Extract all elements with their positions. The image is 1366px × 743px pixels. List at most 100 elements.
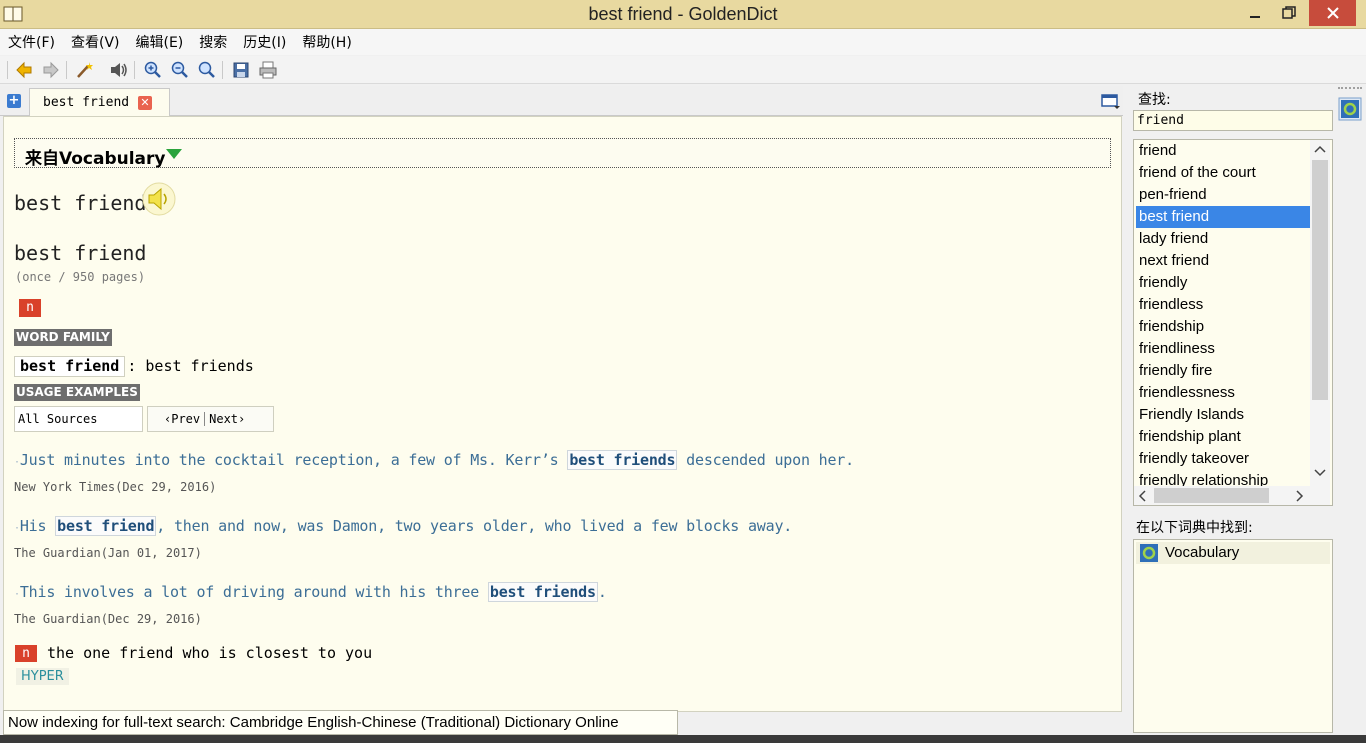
word-list-item[interactable]: lady friend [1136,228,1310,250]
menu-search[interactable]: 搜索 [199,32,227,52]
close-icon [1326,7,1339,19]
found-in-list: Vocabulary [1133,539,1333,733]
zoom-in-icon [144,61,161,78]
example-highlight: best friend [55,516,157,536]
prev-button[interactable]: ‹Prev [164,412,200,426]
part-of-speech-badge[interactable]: n [19,299,41,317]
dictionary-name: 来自Vocabulary [25,149,166,169]
collapse-arrow-icon[interactable] [166,149,182,159]
usage-example: ·This involves a lot of driving around w… [14,582,607,602]
menu-edit[interactable]: 编辑(E) [136,32,184,52]
chevron-left-icon[interactable] [1138,490,1146,502]
taskbar-strip [0,735,1366,743]
pronounce-button[interactable] [108,59,130,81]
headword-secondary: best friend [14,241,147,265]
article-view: 来自Vocabulary best friend best friend (on… [3,116,1122,712]
horizontal-scrollbar[interactable] [1134,486,1330,505]
word-list-item[interactable]: friendship plant [1136,426,1310,448]
restore-icon [1282,6,1296,19]
maximize-button[interactable] [1272,0,1306,26]
hyper-link[interactable]: HYPER [16,668,69,685]
found-dictionary-item[interactable]: Vocabulary [1136,542,1330,564]
scrollbar-thumb[interactable] [1154,488,1269,503]
menu-help[interactable]: 帮助(H) [302,32,351,52]
forward-icon [43,61,59,79]
save-button[interactable] [230,59,252,81]
new-tab-button[interactable]: + [7,94,21,108]
word-family-row: best friend : best friends [14,355,254,377]
magic-wand-icon [77,62,93,78]
word-list-item[interactable]: friendless [1136,294,1310,316]
headword: best friend [14,191,147,215]
plus-icon: + [8,93,20,108]
forward-button[interactable] [40,59,62,81]
search-label: 查找: [1138,92,1171,108]
window-title: best friend - GoldenDict [588,4,778,24]
example-source: The Guardian(Jan 01, 2017) [14,546,202,560]
word-list-item[interactable]: friend [1136,140,1310,162]
word-list-item[interactable]: friendly takeover [1136,448,1310,470]
frequency-text: (once / 950 pages) [15,270,146,284]
word-list-item[interactable]: best friend [1136,206,1310,228]
zoom-out-button[interactable] [169,59,191,81]
source-filter-select[interactable]: All Sources [14,406,143,432]
menu-view[interactable]: 查看(V) [71,32,120,52]
word-family-heading: WORD FAMILY [14,329,112,346]
toolbar-separator [134,61,135,79]
example-text: Just minutes into the cocktail reception… [19,451,568,469]
back-icon [16,61,32,79]
part-of-speech-badge[interactable]: n [15,645,37,662]
tab-close-button[interactable]: ✕ [138,96,152,110]
definition-text: the one friend who is closest to you [47,644,373,662]
minimize-icon [1250,16,1260,18]
search-input[interactable]: friend [1133,110,1333,131]
word-list-item[interactable]: friendly [1136,272,1310,294]
print-icon [259,61,277,79]
chevron-down-icon[interactable] [1314,469,1326,477]
word-family-word[interactable]: best friend [14,355,126,377]
tab-list-icon[interactable] [1101,93,1121,110]
word-family-forms: : best friends [127,357,254,375]
example-text: This involves a lot of driving around wi… [19,583,488,601]
zoom-reset-button[interactable] [196,59,218,81]
save-icon [233,62,249,78]
dictionary-bar-icon[interactable] [1338,97,1362,121]
usage-example: ·His best friend, then and now, was Damo… [14,516,792,536]
pronounce-speaker-icon[interactable] [142,182,176,216]
dictionary-header[interactable]: 来自Vocabulary [14,138,1111,169]
example-text: . [597,583,607,601]
zoom-in-button[interactable] [142,59,164,81]
vertical-scrollbar[interactable] [1310,140,1330,486]
word-list-item[interactable]: pen-friend [1136,184,1310,206]
toolbar [0,56,1366,84]
toolbar-grip [7,61,8,79]
next-button[interactable]: Next› [209,412,245,426]
word-list-item[interactable]: friendly fire [1136,360,1310,382]
tab-strip: + best friend ✕ [0,86,1123,117]
title-bar: best friend - GoldenDict [0,0,1366,29]
print-button[interactable] [257,59,279,81]
example-highlight: best friends [487,582,598,602]
chevron-right-icon[interactable] [1296,490,1304,502]
word-list-item[interactable]: friendship [1136,316,1310,338]
word-list-item[interactable]: friendlessness [1136,382,1310,404]
close-icon: ✕ [140,96,150,109]
back-button[interactable] [13,59,35,81]
word-list-item[interactable]: friendliness [1136,338,1310,360]
tab-best-friend[interactable]: best friend ✕ [29,88,170,117]
close-window-button[interactable] [1309,0,1356,26]
menu-history[interactable]: 历史(I) [243,32,286,52]
example-source: The Guardian(Dec 29, 2016) [14,612,202,626]
zoom-out-icon [171,61,188,78]
toolbar-separator [66,61,67,79]
scrollbar-thumb[interactable] [1312,160,1328,400]
word-list-item[interactable]: Friendly Islands [1136,404,1310,426]
word-list-item[interactable]: friend of the court [1136,162,1310,184]
menu-bar: 文件(F) 查看(V) 编辑(E) 搜索 历史(I) 帮助(H) [0,29,1366,55]
chevron-up-icon[interactable] [1314,145,1326,153]
minimize-button[interactable] [1240,0,1270,26]
scan-popup-button[interactable] [73,59,95,81]
word-list-item[interactable]: next friend [1136,250,1310,272]
dock-grip[interactable] [1338,87,1362,90]
menu-file[interactable]: 文件(F) [8,32,55,52]
